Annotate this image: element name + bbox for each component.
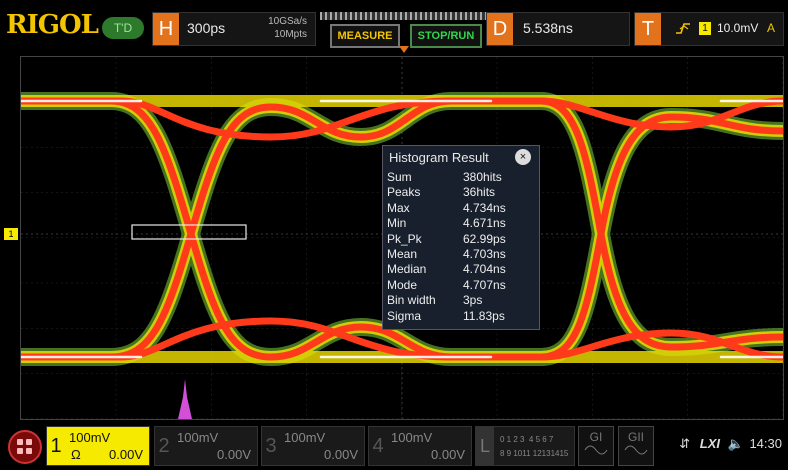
- generator-2-button[interactable]: GII: [618, 426, 654, 466]
- status-area: ⇵ LXI 🔈 14:30: [679, 436, 782, 452]
- top-bar: RIGOL T'D H 300ps 10GSa/s 10Mpts MEASURE…: [0, 0, 788, 48]
- channel-1-offset: 0.00V: [109, 447, 143, 462]
- timebase-value: 300ps: [187, 20, 226, 36]
- histogram-row: Bin width 3ps: [383, 293, 539, 308]
- histogram-row-value: 3ps: [463, 293, 483, 308]
- memory-depth: 10Mpts: [274, 29, 307, 40]
- generator-1-label: GI: [589, 430, 603, 444]
- rising-edge-icon: [676, 23, 690, 34]
- channel1-offset-marker[interactable]: 1: [4, 228, 18, 240]
- logic-channels-row2: 8 9 1011 12131415: [500, 449, 569, 458]
- histogram-row-label: Sum: [387, 170, 412, 184]
- trigger-time-marker: [399, 46, 409, 53]
- histogram-row-value: 4.704ns: [463, 262, 506, 277]
- histogram-row: Mean 4.703ns: [383, 247, 539, 262]
- channel-3-panel[interactable]: 3 100mV 0.00V: [261, 426, 365, 466]
- histogram-row-label: Bin width: [387, 293, 436, 308]
- channel-1-panel[interactable]: 1 100mV Ω 0.00V: [46, 426, 150, 466]
- channel-4-number: 4: [372, 435, 384, 457]
- delay-key: D: [487, 13, 513, 45]
- trigger-key: T: [635, 13, 661, 45]
- logic-channels-row1: 0 1 2 3 4 5 6 7: [500, 435, 554, 444]
- histogram-row-value: 11.83ps: [463, 308, 505, 323]
- menu-grid-icon: [17, 448, 23, 454]
- bottom-bar: 1 100mV Ω 0.00V 2 100mV 0.00V 3 100mV 0.…: [0, 422, 788, 470]
- close-icon[interactable]: ×: [515, 149, 531, 165]
- histogram-row: Sum 380hits: [383, 170, 539, 185]
- channel-1-scale: 100mV: [69, 430, 111, 445]
- histogram-row-label: Median: [387, 262, 427, 277]
- clock-time: 14:30: [749, 436, 782, 451]
- channel-4-offset: 0.00V: [431, 447, 465, 462]
- trigger-channel-badge: 1: [699, 22, 711, 35]
- sine-wave-icon: [624, 445, 648, 455]
- channel-3-scale: 100mV: [284, 430, 326, 445]
- channel-2-number: 2: [158, 435, 170, 457]
- trigger-status-badge[interactable]: T'D: [102, 17, 144, 39]
- histogram-row: Sigma 11.83ps: [383, 309, 539, 324]
- waveform-display[interactable]: Histogram Result × Sum 380hits Peaks 36hits…: [20, 56, 784, 420]
- trigger-section[interactable]: T 1 10.0mV A: [634, 12, 784, 46]
- menu-grid-icon: [26, 448, 32, 454]
- delay-section[interactable]: D 5.538ns: [486, 12, 630, 46]
- channel-4-panel[interactable]: 4 100mV 0.00V: [368, 426, 472, 466]
- channel-2-panel[interactable]: 2 100mV 0.00V: [154, 426, 258, 466]
- histogram-result-panel: Histogram Result × Sum 380hits Peaks 36hits…: [382, 145, 540, 330]
- histogram-rows: Sum 380hits Peaks 36hits Max 4.734ns Min 4.671n…: [383, 170, 539, 324]
- brand-logo: RIGOL: [6, 10, 99, 40]
- histogram-row: Max 4.734ns: [383, 201, 539, 216]
- channel-1-number: 1: [50, 435, 62, 457]
- lxi-label: LXI: [699, 436, 721, 451]
- stop-run-button[interactable]: STOP/RUN: [410, 24, 482, 48]
- trigger-mode: A: [766, 21, 775, 35]
- histogram-row-label: Mean: [387, 246, 418, 261]
- histogram-row: Pk_Pk 62.99ps: [383, 232, 539, 247]
- sine-wave-icon: [584, 445, 608, 455]
- waveform-position-ruler: [320, 12, 488, 20]
- trigger-level: 10.0mV: [717, 21, 759, 35]
- histogram-row: Median 4.704ns: [383, 262, 539, 277]
- histogram-row-label: Min: [387, 216, 407, 231]
- histogram-row-value: 36hits: [463, 185, 496, 200]
- horizontal-key: H: [153, 13, 179, 45]
- histogram-row-value: 62.99ps: [463, 231, 506, 246]
- histogram-row-label: Mode: [387, 277, 418, 292]
- measure-button[interactable]: MEASURE: [330, 24, 400, 48]
- channel-1-impedance: Ω: [71, 447, 81, 462]
- histogram-row-value: 4.671ns: [463, 216, 506, 231]
- generator-1-button[interactable]: GI: [578, 426, 614, 466]
- histogram-row: Mode 4.707ns: [383, 278, 539, 293]
- histogram-row: Min 4.671ns: [383, 216, 539, 231]
- menu-grid-icon: [26, 439, 32, 445]
- horizontal-section[interactable]: H 300ps 10GSa/s 10Mpts: [152, 12, 316, 46]
- histogram-row-label: Pk_Pk: [387, 231, 422, 246]
- channel-3-offset: 0.00V: [324, 447, 358, 462]
- histogram-row-value: 4.707ns: [463, 277, 506, 292]
- histogram-row-label: Sigma: [387, 308, 422, 323]
- speaker-icon[interactable]: 🔈: [728, 436, 744, 451]
- histogram-row-label: Max: [387, 200, 410, 215]
- channel-2-scale: 100mV: [177, 430, 219, 445]
- channel-2-offset: 0.00V: [217, 447, 251, 462]
- logic-key: L: [476, 427, 494, 465]
- histogram-row-value: 380hits: [463, 170, 502, 184]
- main-menu-button[interactable]: [8, 430, 42, 464]
- logic-analyzer-panel[interactable]: L 0 1 2 3 4 5 6 7 8 9 1011 12131415: [475, 426, 575, 466]
- channel-3-number: 3: [265, 435, 277, 457]
- generator-2-label: GII: [627, 430, 644, 444]
- channel-4-scale: 100mV: [391, 430, 433, 445]
- histogram-row: Peaks 36hits: [383, 185, 539, 200]
- delay-value: 5.538ns: [523, 20, 573, 36]
- menu-grid-icon: [17, 439, 23, 445]
- histogram-row-value: 4.703ns: [463, 246, 506, 261]
- histogram-row-value: 4.734ns: [463, 200, 506, 215]
- sample-rate: 10GSa/s: [268, 16, 307, 27]
- histogram-row-label: Peaks: [387, 185, 421, 200]
- usb-icon: ⇵: [679, 436, 691, 451]
